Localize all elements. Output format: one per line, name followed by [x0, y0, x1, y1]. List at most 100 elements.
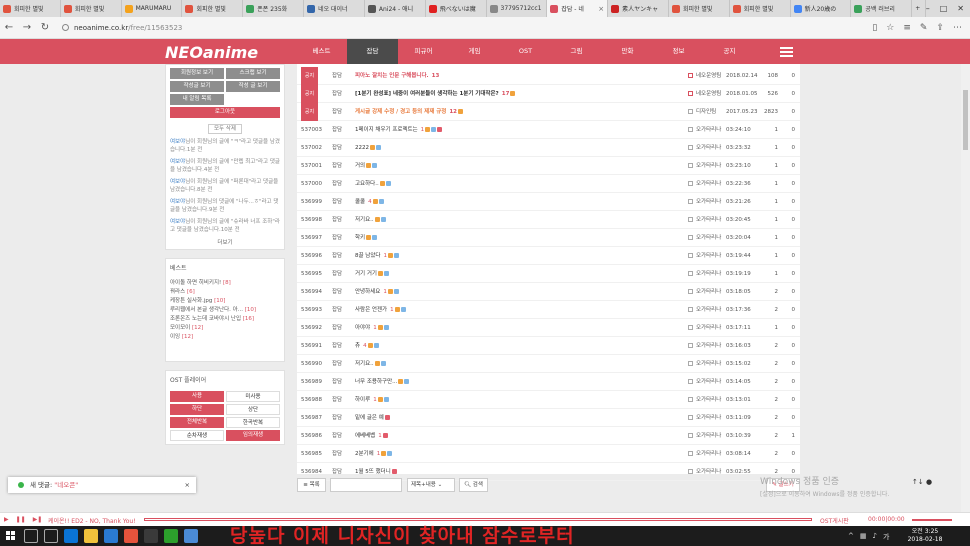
- task-view-icon[interactable]: [44, 529, 58, 543]
- ost-option-button[interactable]: 미사용: [226, 391, 280, 402]
- post-title[interactable]: 1월 5뜨 했더니: [355, 469, 391, 475]
- post-row[interactable]: 537000 잡담 고요하다.. 오가타리나 03:22:36 1 0: [297, 175, 800, 193]
- refresh-icon[interactable]: ↻: [36, 22, 54, 33]
- ost-option-button[interactable]: 상단: [226, 404, 280, 415]
- post-title[interactable]: 쿨쿨: [355, 199, 365, 205]
- post-title[interactable]: 저기요..: [355, 217, 374, 223]
- search-taskbar-icon[interactable]: [24, 529, 38, 543]
- share-icon[interactable]: ⇪: [936, 23, 944, 33]
- member-menu-button[interactable]: 작성글 보기: [170, 81, 224, 92]
- notification-item[interactable]: 여보야님이 회원님의 글에 "ㅋ"라고 댓글을 남겼습니다.1분 전: [170, 138, 280, 154]
- nav-item[interactable]: 게임: [449, 39, 500, 64]
- store-taskbar-icon[interactable]: [104, 529, 118, 543]
- post-writer[interactable]: 오가타리나: [688, 427, 721, 445]
- post-title[interactable]: [1분기 완성표] 네중이 여러분들이 생각하는 1분기 기대작은?: [355, 91, 499, 97]
- member-menu-button[interactable]: 내 알림 목록: [170, 94, 224, 105]
- delete-all-notifications-button[interactable]: 모두 삭제: [208, 124, 242, 134]
- post-title[interactable]: 2222: [355, 145, 369, 151]
- post-title-cell[interactable]: 츄4: [355, 337, 379, 355]
- post-row[interactable]: 536996 잡담 8끌 남았다 1 오가타리나 03:19:44 1 0: [297, 247, 800, 265]
- post-writer[interactable]: 오가타리나: [688, 283, 721, 301]
- post-row[interactable]: 536989 잡담 너무 조용하구만... 오가타리나 03:14:05 2 0: [297, 373, 800, 391]
- post-title[interactable]: 저기요..: [355, 361, 374, 367]
- next-icon[interactable]: ▶❚: [33, 516, 43, 523]
- browser-taskbar-icon[interactable]: [184, 529, 198, 543]
- post-writer[interactable]: 오가타리나: [688, 139, 721, 157]
- post-title[interactable]: 피아노 잘치는 인문 구해봅니다.: [355, 73, 429, 79]
- member-menu-button[interactable]: 작성 글 보기: [226, 81, 280, 92]
- post-row[interactable]: 536991 잡담 츄 4 오가타리나 03:16:03 2 0: [297, 337, 800, 355]
- reading-view-icon[interactable]: ▯: [872, 23, 877, 33]
- post-writer[interactable]: 오가타리나: [688, 175, 721, 193]
- chat-icon[interactable]: ●: [926, 478, 932, 486]
- nav-item[interactable]: OST: [500, 39, 551, 64]
- post-row[interactable]: 536988 잡담 하이루 1 오가타리나 03:13:01 2 0: [297, 391, 800, 409]
- browser-tab[interactable]: 素人ヤンキャ: [608, 0, 669, 17]
- post-row[interactable]: 536998 잡담 저기요.. 오가타리나 03:20:45 1 0: [297, 211, 800, 229]
- post-row[interactable]: 536999 잡담 쿨쿨 4 오가타리나 03:21:26 1 0: [297, 193, 800, 211]
- notification-user[interactable]: 여보야: [170, 159, 185, 165]
- post-title-cell[interactable]: [1분기 완성표] 네중이 여러분들이 생각하는 1분기 기대작은? 17: [355, 85, 516, 103]
- post-writer[interactable]: 오가타리나: [688, 445, 721, 463]
- site-logo[interactable]: NEOanime: [165, 43, 258, 62]
- play-icon[interactable]: ▶: [4, 516, 9, 523]
- post-title[interactable]: 츄: [355, 343, 360, 349]
- post-row[interactable]: 536997 잡담 학키 오가타리나 03:20:04 1 0: [297, 229, 800, 247]
- best-post-link[interactable]: 조론온즈 노는데 코바야시 난입 [16]: [170, 315, 280, 324]
- browser-tab[interactable]: 회피한 별빛: [182, 0, 244, 17]
- post-title-cell[interactable]: 에베베벱 1: [355, 427, 388, 445]
- post-title[interactable]: 거의: [355, 163, 365, 169]
- volume-icon[interactable]: ♪: [873, 532, 877, 542]
- post-title-cell[interactable]: 1페이지 채우기 프로젝트는 1: [355, 121, 443, 139]
- ost-option-button[interactable]: 한곡반복: [226, 417, 280, 428]
- player-board-tag[interactable]: OST게시판: [820, 516, 849, 525]
- post-title-cell[interactable]: 거기 거기: [355, 265, 389, 283]
- notification-item[interactable]: 여보야님이 회원님의 글에 "슈라바 너프 조하"라고 댓글을 남겼습니다.10…: [170, 218, 280, 234]
- post-writer[interactable]: 오가타리나: [688, 247, 721, 265]
- browser-tab[interactable]: 회피한 별빛: [669, 0, 730, 17]
- browser-tab[interactable]: 폰폰 235화: [243, 0, 305, 17]
- best-post-link[interactable]: 루리웹에서 본글 생각난다. 아... [10]: [170, 306, 280, 315]
- windows-start-icon[interactable]: [6, 531, 16, 541]
- post-title[interactable]: 밑에 글은 예: [355, 415, 384, 421]
- network-icon[interactable]: ▦: [860, 532, 867, 542]
- nav-item[interactable]: 그림: [551, 39, 602, 64]
- best-post-link[interactable]: 꿔라스 [6]: [170, 288, 280, 297]
- tray-chevron-icon[interactable]: ^: [848, 532, 854, 542]
- post-title-cell[interactable]: 너무 조용하구만...: [355, 373, 410, 391]
- post-writer[interactable]: 오가타리나: [688, 229, 721, 247]
- notice-row[interactable]: 공지 잡담 [1분기 완성표] 네중이 여러분들이 생각하는 1분기 기대작은? 17…: [297, 85, 800, 103]
- member-menu-button[interactable]: 스크랩 보기: [226, 68, 280, 79]
- favorites-hub-icon[interactable]: ≡: [903, 23, 911, 33]
- post-writer[interactable]: 오가타리나: [688, 355, 721, 373]
- notification-item[interactable]: 여보야님이 회원님의 글에 "만렙 최고"라고 댓글을 남겼습니다.4분 전: [170, 158, 280, 174]
- media-taskbar-icon[interactable]: [144, 529, 158, 543]
- nav-item[interactable]: 공지: [704, 39, 755, 64]
- notice-row[interactable]: 공지 잡담 피아노 잘치는 인문 구해봅니다. 13 네오운영팀 2018.02.14 10…: [297, 67, 800, 85]
- page-info-icon[interactable]: [62, 24, 69, 31]
- search-type-select[interactable]: 제목+내용 ⌄: [407, 478, 455, 492]
- url-field[interactable]: neoanime.co.kr/free/11563523: [62, 20, 822, 36]
- post-row[interactable]: 536990 잡담 저기요.. 오가타리나 03:15:02 2 0: [297, 355, 800, 373]
- post-writer[interactable]: 오가타리나: [688, 337, 721, 355]
- explorer-taskbar-icon[interactable]: [84, 529, 98, 543]
- tab-close-icon[interactable]: ×: [598, 5, 604, 13]
- post-title-cell[interactable]: 게시글 강제 수정 / 경고 등의 제재 규정 12: [355, 103, 463, 121]
- post-row[interactable]: 536987 잡담 밑에 글은 예 오가타리나 03:11:09 2 0: [297, 409, 800, 427]
- chat-taskbar-icon[interactable]: [164, 529, 178, 543]
- ost-option-button[interactable]: 하단: [170, 404, 224, 415]
- post-title[interactable]: 하이루: [355, 397, 370, 403]
- post-title[interactable]: 너무 조용하구만...: [355, 379, 397, 385]
- post-title-cell[interactable]: 2222: [355, 139, 381, 157]
- best-post-link[interactable]: 이잉 [12]: [170, 333, 280, 342]
- post-title-cell[interactable]: 밑에 글은 예: [355, 409, 390, 427]
- post-title[interactable]: 1페이지 채우기 프로젝트는: [355, 127, 418, 133]
- nav-item[interactable]: 잡담: [347, 39, 398, 64]
- post-writer[interactable]: 오가타리나: [688, 409, 721, 427]
- post-writer[interactable]: 오가타리나: [688, 157, 721, 175]
- post-writer[interactable]: 디자인팀: [688, 103, 716, 121]
- post-title-cell[interactable]: 안녕하세요 1: [355, 283, 399, 301]
- more-icon[interactable]: ⋯: [953, 23, 962, 33]
- post-title-cell[interactable]: 아야야 1: [355, 319, 389, 337]
- more-notifications-link[interactable]: 더보기: [170, 238, 280, 246]
